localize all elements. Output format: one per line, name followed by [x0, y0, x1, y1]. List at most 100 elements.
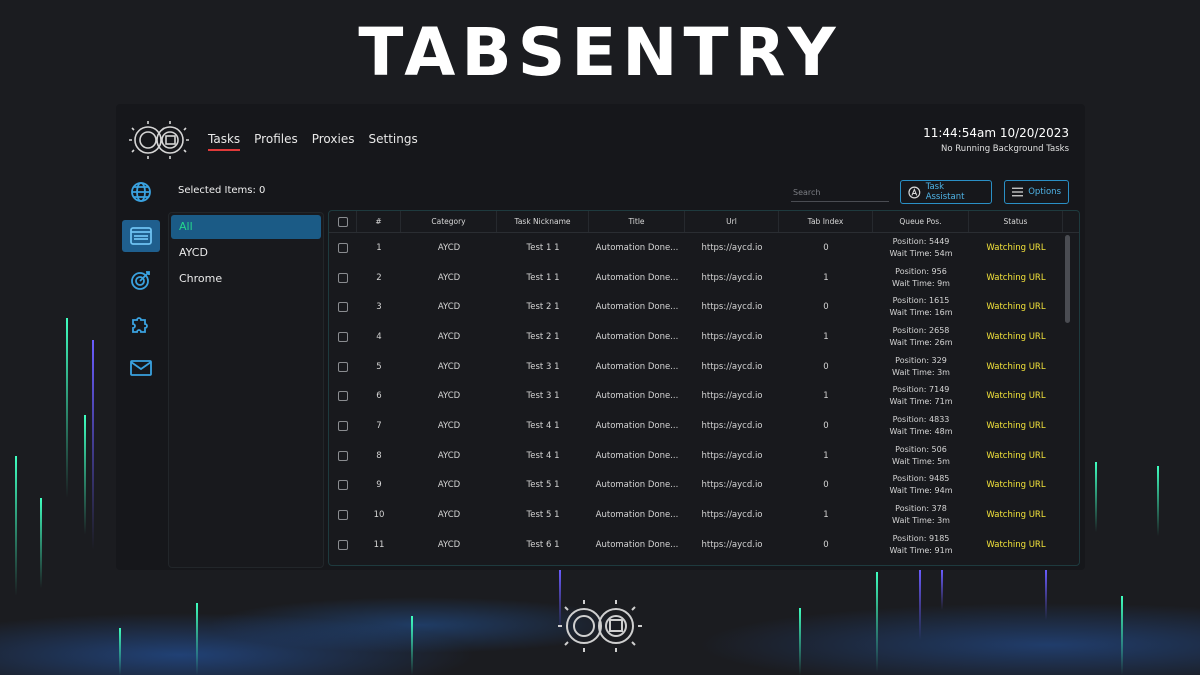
- cell-queue-pos: Position: 329 Wait Time: 3m: [873, 352, 969, 382]
- row-select-cell: [329, 322, 357, 352]
- header-url[interactable]: Url: [685, 211, 779, 232]
- table-row[interactable]: 8 AYCD Test 4 1 Automation Done... https://a…: [329, 441, 1079, 471]
- row-checkbox[interactable]: [338, 361, 348, 372]
- cell-category: AYCD: [437, 480, 461, 491]
- cell-status: Watching URL: [986, 272, 1046, 283]
- cell-title: Automation Done...: [595, 272, 679, 283]
- nav-settings[interactable]: Settings: [368, 132, 417, 151]
- cell-tab: 1: [823, 510, 829, 521]
- cell-queue-pos: Position: 2658 Wait Time: 26m: [873, 322, 969, 352]
- nav-tasks[interactable]: Tasks: [208, 132, 241, 151]
- mail-icon[interactable]: [122, 352, 160, 384]
- decor-line: [196, 603, 198, 675]
- cell-url: https://aycd.io: [701, 450, 763, 461]
- queue-position: Position: 9185: [892, 533, 950, 543]
- cell-tab: 0: [823, 420, 829, 431]
- decor-line: [40, 498, 42, 588]
- table-row[interactable]: 3 AYCD Test 2 1 Automation Done... https://a…: [329, 292, 1079, 322]
- cell-nickname: Test 4 1: [526, 450, 560, 461]
- table-row[interactable]: 7 AYCD Test 4 1 Automation Done... https://a…: [329, 411, 1079, 441]
- header-nickname[interactable]: Task Nickname: [497, 211, 589, 232]
- table-row[interactable]: 11 AYCD Test 6 1 Automation Done... https://…: [329, 530, 1079, 560]
- cell-tab: 0: [823, 361, 829, 372]
- queue-position: Position: 506: [895, 444, 947, 454]
- queue-wait-time: Wait Time: 54m: [889, 248, 953, 258]
- row-checkbox[interactable]: [338, 539, 348, 550]
- queue-wait-time: Wait Time: 94m: [889, 486, 953, 496]
- header-status[interactable]: Status: [969, 211, 1063, 232]
- search-input[interactable]: [791, 184, 889, 202]
- cell-queue-pos: Position: 9185 Wait Time: 91m: [873, 530, 969, 560]
- brand-title: TABSENTRY: [358, 14, 842, 91]
- row-select-cell: [329, 411, 357, 441]
- options-button[interactable]: Options: [1004, 180, 1069, 204]
- category-all[interactable]: All: [171, 215, 321, 239]
- cell-status: Watching URL: [986, 510, 1046, 521]
- cell-tab: 1: [823, 450, 829, 461]
- select-all-checkbox[interactable]: [337, 216, 348, 227]
- row-checkbox[interactable]: [338, 450, 348, 461]
- nav-proxies[interactable]: Proxies: [312, 132, 355, 151]
- row-checkbox[interactable]: [338, 391, 348, 402]
- header-category[interactable]: Category: [401, 211, 497, 232]
- header-queue-pos[interactable]: Queue Pos.: [873, 211, 969, 232]
- queue-position: Position: 9485: [892, 474, 950, 484]
- cell-num: 8: [376, 450, 382, 461]
- nav-profiles[interactable]: Profiles: [254, 132, 298, 151]
- row-select-cell: [329, 233, 357, 263]
- table-row[interactable]: 4 AYCD Test 2 1 Automation Done... https://a…: [329, 322, 1079, 352]
- cell-category: AYCD: [437, 361, 461, 372]
- row-checkbox[interactable]: [338, 302, 348, 313]
- table-body: 1 AYCD Test 1 1 Automation Done... https://a…: [329, 233, 1079, 560]
- category-aycd[interactable]: AYCD: [171, 241, 321, 265]
- decor-line: [799, 608, 801, 675]
- cell-nickname: Test 3 1: [526, 361, 560, 372]
- globe-icon[interactable]: [122, 176, 160, 208]
- header-select-all[interactable]: [329, 211, 357, 232]
- cell-category: AYCD: [437, 510, 461, 521]
- queue-wait-time: Wait Time: 3m: [892, 516, 950, 526]
- table-row[interactable]: 1 AYCD Test 1 1 Automation Done... https://a…: [329, 233, 1079, 263]
- cell-queue-pos: Position: 5449 Wait Time: 54m: [873, 233, 969, 263]
- row-checkbox[interactable]: [338, 480, 348, 491]
- cell-url: https://aycd.io: [701, 272, 763, 283]
- row-checkbox[interactable]: [338, 242, 348, 253]
- table-row[interactable]: 6 AYCD Test 3 1 Automation Done... https://a…: [329, 381, 1079, 411]
- clock-panel: 11:44:54am 10/20/2023 No Running Backgro…: [923, 126, 1069, 154]
- category-chrome[interactable]: Chrome: [171, 267, 321, 291]
- table-row[interactable]: 5 AYCD Test 3 1 Automation Done... https://a…: [329, 352, 1079, 382]
- cell-nickname: Test 4 1: [526, 420, 560, 431]
- row-checkbox[interactable]: [338, 272, 348, 283]
- queue-position: Position: 7149: [892, 385, 950, 395]
- table-scrollbar[interactable]: [1065, 235, 1070, 323]
- cell-title: Automation Done...: [595, 302, 679, 313]
- browser-window-icon[interactable]: [122, 220, 160, 252]
- cell-status: Watching URL: [986, 242, 1046, 253]
- target-icon[interactable]: [122, 264, 160, 296]
- decor-line: [66, 318, 68, 498]
- task-assistant-label: Task Assistant: [925, 182, 965, 202]
- task-assistant-button[interactable]: Task Assistant: [900, 180, 992, 204]
- header-tab-index[interactable]: Tab Index: [779, 211, 873, 232]
- decor-line: [84, 415, 86, 535]
- row-select-cell: [329, 381, 357, 411]
- puzzle-icon[interactable]: [122, 308, 160, 340]
- header-title[interactable]: Title: [589, 211, 685, 232]
- cell-nickname: Test 3 1: [526, 391, 560, 402]
- table-row[interactable]: 10 AYCD Test 5 1 Automation Done... https://…: [329, 500, 1079, 530]
- row-checkbox[interactable]: [338, 420, 348, 431]
- cell-num: 7: [376, 420, 382, 431]
- row-select-cell: [329, 500, 357, 530]
- table-row[interactable]: 9 AYCD Test 5 1 Automation Done... https://a…: [329, 471, 1079, 501]
- clock-time: 11:44:54am 10/20/2023: [923, 126, 1069, 140]
- cell-title: Automation Done...: [595, 420, 679, 431]
- row-checkbox[interactable]: [338, 510, 348, 521]
- row-checkbox[interactable]: [338, 331, 348, 342]
- table-row[interactable]: 2 AYCD Test 1 1 Automation Done... https://a…: [329, 263, 1079, 293]
- cell-status: Watching URL: [986, 480, 1046, 491]
- cell-title: Automation Done...: [595, 331, 679, 342]
- cell-queue-pos: Position: 378 Wait Time: 3m: [873, 500, 969, 530]
- header-num[interactable]: #: [357, 211, 401, 232]
- queue-wait-time: Wait Time: 91m: [889, 545, 953, 555]
- cell-tab: 1: [823, 331, 829, 342]
